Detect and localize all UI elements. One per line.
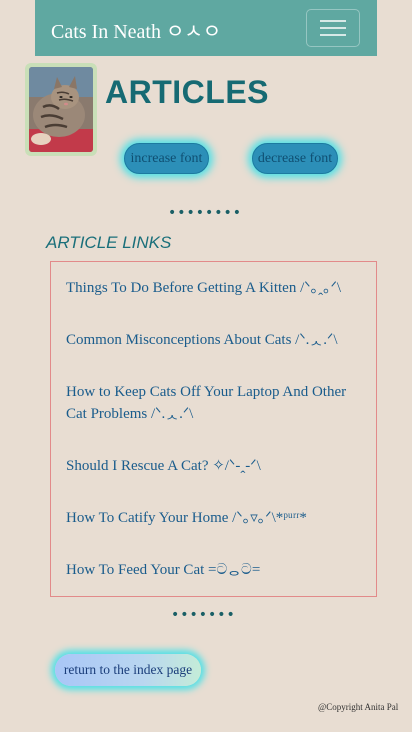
article-link-catify[interactable]: How To Catify Your Home /ᐠ｡▿｡ᐟ\*ᵖᵘʳʳ* — [66, 507, 366, 529]
article-links-heading: ARTICLE LINKS — [46, 233, 172, 252]
page-title: ARTICLES — [105, 74, 269, 110]
cat-photo-image — [29, 67, 93, 152]
bottom-divider: ••••••• — [171, 607, 236, 623]
cat-avatar — [25, 63, 97, 156]
increase-font-button[interactable]: increase font — [124, 143, 209, 174]
menu-toggle-button[interactable] — [306, 9, 360, 47]
article-link-laptop[interactable]: How to Keep Cats Off Your Laptop And Oth… — [66, 381, 366, 425]
article-link-misconceptions[interactable]: Common Misconceptions About Cats /ᐠ.ᆺ.ᐟ\ — [66, 329, 366, 351]
copyright-text: @Copyright Anita Pal — [318, 702, 399, 712]
top-divider: •••••••• — [168, 205, 243, 221]
decrease-font-button[interactable]: decrease font — [252, 143, 338, 174]
article-links-list: Things To Do Before Getting A Kitten /ᐠ｡… — [50, 261, 377, 597]
brand-link[interactable]: Cats In Neath ㅇㅅㅇ — [51, 15, 221, 44]
return-to-index-button[interactable]: return to the index page — [55, 654, 201, 686]
article-link-rescue[interactable]: Should I Rescue A Cat? ✧/ᐠ-ꞈ-ᐟ\ — [66, 455, 366, 477]
navbar: Cats In Neath ㅇㅅㅇ — [35, 0, 377, 56]
article-link-feed[interactable]: How To Feed Your Cat =ටᆼට= — [66, 559, 366, 581]
article-link-kitten[interactable]: Things To Do Before Getting A Kitten /ᐠ｡… — [66, 277, 366, 299]
